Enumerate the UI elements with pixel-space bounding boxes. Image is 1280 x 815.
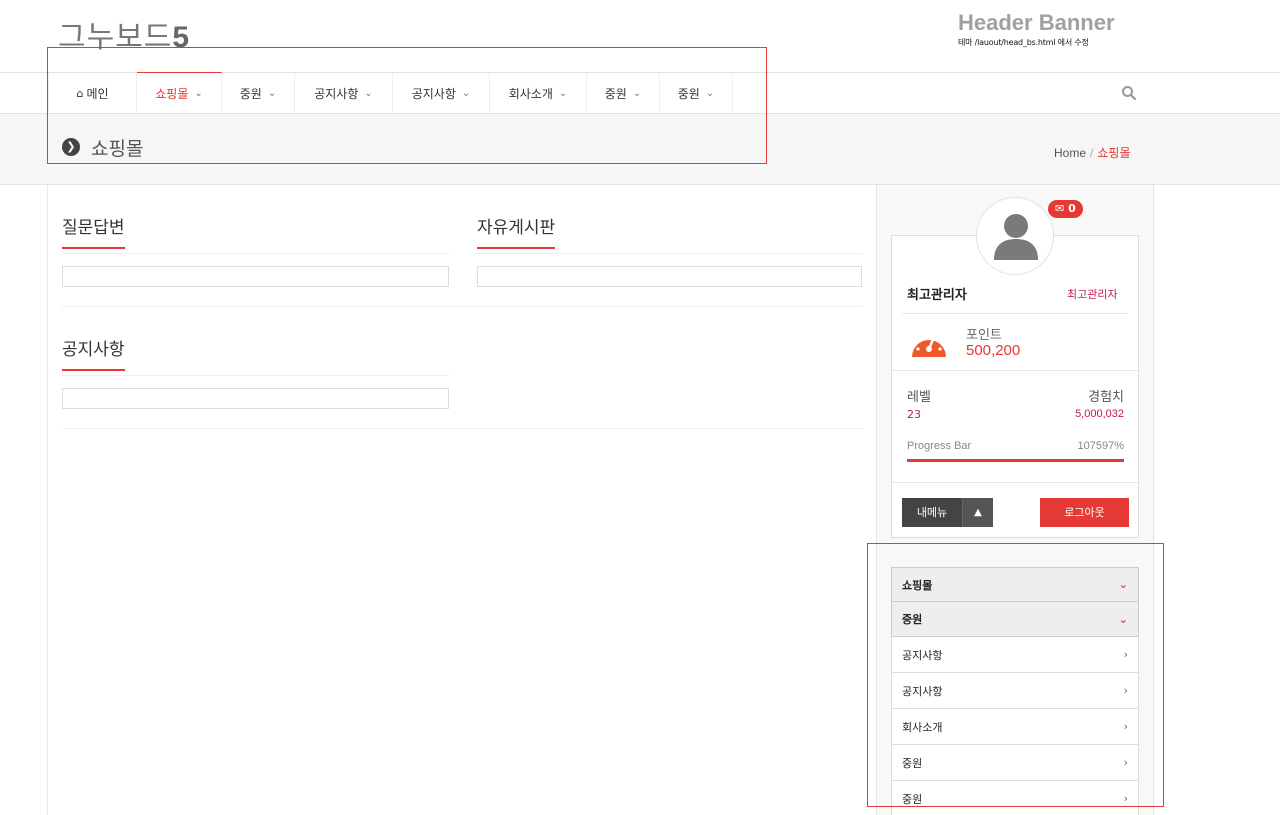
header-banner-subtitle: 테마 /lauout/head_bs.html 에서 수정 (958, 38, 1089, 47)
header-banner-title: Header Banner (958, 10, 1115, 35)
sort-caret-icon: ▲︎ (962, 498, 993, 527)
progress-label: Progress Bar (907, 440, 972, 452)
board-title[interactable]: 공지사항 (62, 335, 125, 371)
board-list-box (62, 388, 449, 409)
board-title[interactable]: 자유게시판 (477, 213, 556, 249)
board-qna: 질문답변 (62, 213, 449, 287)
progress-bar-fill (907, 459, 1124, 462)
search-icon[interactable] (1121, 85, 1137, 101)
board-title[interactable]: 질문답변 (62, 213, 125, 249)
my-menu-button[interactable]: 내메뉴 ▲︎ (902, 498, 993, 527)
profile-divider (892, 482, 1138, 483)
annotation-box-sidemenu (867, 543, 1164, 807)
board-notice: 공지사항 (62, 335, 449, 409)
section-divider (62, 306, 862, 307)
breadcrumb-home[interactable]: Home (1054, 146, 1086, 160)
progress-bar (907, 459, 1124, 462)
memo-count: 0 (1068, 202, 1076, 215)
exp-label: 경험치 (1088, 390, 1124, 405)
breadcrumb-separator: / (1090, 146, 1094, 160)
chat-icon: ✉ (1055, 202, 1065, 215)
my-menu-label: 내메뉴 (916, 506, 948, 519)
section-divider (62, 428, 862, 429)
board-divider (477, 253, 862, 254)
breadcrumb: Home / 쇼핑몰 (1054, 144, 1130, 161)
board-list-box (62, 266, 449, 287)
profile-divider (902, 313, 1128, 314)
board-free: 자유게시판 (477, 213, 862, 287)
board-divider (62, 375, 449, 376)
logout-button[interactable]: 로그아웃 (1040, 498, 1129, 527)
page: 그누보드5 Header Banner 테마 /lauout/head_bs.h… (0, 0, 1280, 815)
board-list-box (477, 266, 862, 287)
content-left-border (47, 185, 48, 815)
profile-divider (892, 370, 1138, 371)
memo-count-badge[interactable]: ✉ 0 (1048, 200, 1083, 218)
profile-role: 최고관리자 (1067, 288, 1118, 301)
breadcrumb-current: 쇼핑몰 (1097, 146, 1131, 160)
level-value: 23 (907, 408, 921, 421)
dashboard-gauge-icon (912, 333, 946, 357)
progress-value: 107597% (1077, 440, 1125, 452)
point-label: 포인트 (966, 328, 1002, 343)
profile-name: 최고관리자 (907, 288, 967, 303)
header-banner[interactable]: Header Banner 테마 /lauout/head_bs.html 에서… (958, 10, 1115, 48)
board-divider (62, 253, 449, 254)
avatar[interactable] (976, 197, 1054, 275)
user-silhouette-icon (994, 214, 1038, 260)
annotation-box-nav (47, 47, 767, 164)
level-label: 레벨 (907, 390, 931, 405)
point-value[interactable]: 500,200 (966, 342, 1020, 359)
exp-value: 5,000,032 (1075, 408, 1124, 420)
